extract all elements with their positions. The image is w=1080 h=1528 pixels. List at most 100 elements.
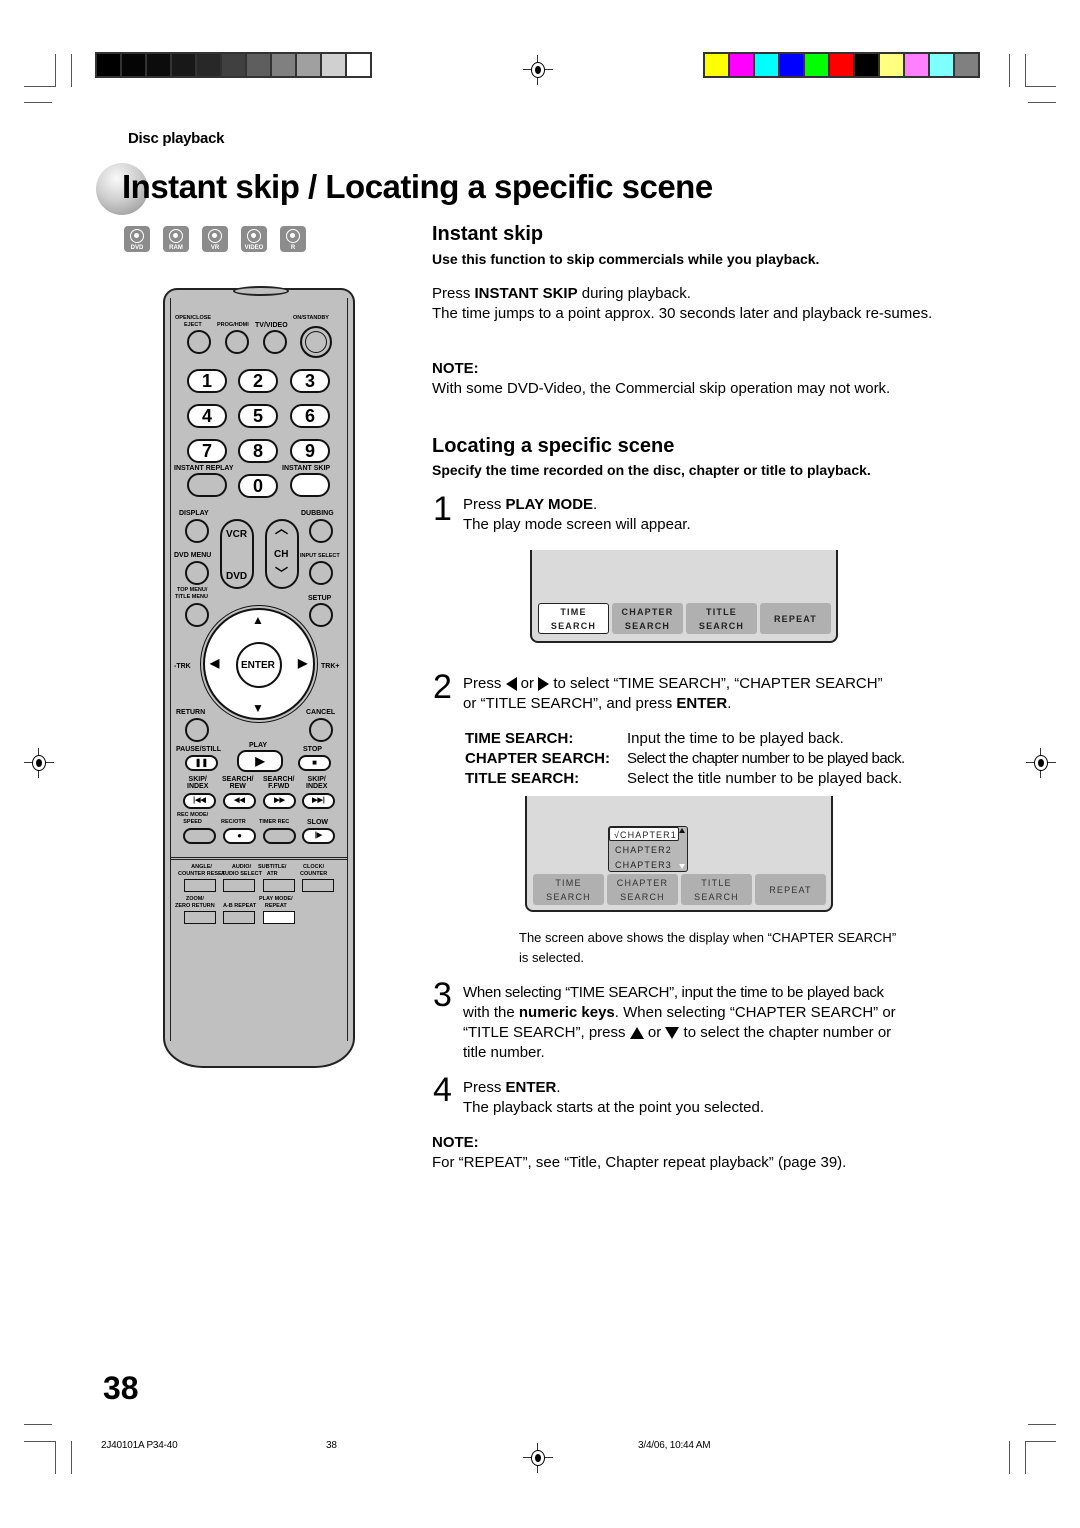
dubbing-button[interactable]: [309, 519, 333, 543]
subtitle-button[interactable]: [263, 879, 295, 892]
remote-control-illustration: OPEN/CLOSE EJECT PROG/HDMI TV/VIDEO ON/S…: [163, 286, 355, 1068]
digit-9-button[interactable]: 9: [290, 439, 330, 463]
tab-label: CHAPTER SEARCH: [621, 606, 674, 631]
color-swatch: [347, 54, 370, 76]
crop-mark: [55, 1441, 56, 1474]
label-skip-index-prev: SKIP/INDEX: [187, 776, 209, 790]
tab-chapter-search[interactable]: CHAPTER SEARCH: [612, 603, 683, 634]
rec-mode-button[interactable]: [183, 828, 216, 844]
digit-1-button[interactable]: 1: [187, 369, 227, 393]
digit-5-button[interactable]: 5: [238, 404, 278, 428]
ab-repeat-button[interactable]: [223, 911, 255, 924]
left-arrow-button[interactable]: ◀: [210, 657, 219, 669]
tab-repeat[interactable]: REPEAT: [755, 874, 826, 905]
label-open-close: OPEN/CLOSE: [175, 315, 212, 321]
rewind-button[interactable]: ◀◀: [223, 793, 256, 809]
crop-mark: [1025, 1441, 1056, 1442]
crop-mark: [1009, 1441, 1010, 1474]
tab-repeat[interactable]: REPEAT: [760, 603, 831, 634]
digit-8-button[interactable]: 8: [238, 439, 278, 463]
chapter-search-tabs: TIME SEARCH CHAPTER SEARCH TITLE SEARCH REPEAT: [533, 874, 829, 905]
play-mode-button[interactable]: [263, 911, 295, 924]
footer-datetime: 3/4/06, 10:44 AM: [638, 1440, 711, 1451]
page-title: Instant skip / Locating a specific scene: [122, 168, 713, 205]
top-menu-button[interactable]: [185, 603, 209, 627]
skip-prev-button[interactable]: |◀◀: [183, 793, 216, 809]
timer-rec-button[interactable]: [263, 828, 296, 844]
rec-otr-button[interactable]: ●: [223, 828, 256, 844]
disc-label: R: [290, 245, 296, 251]
disc-icon: [208, 229, 222, 243]
down-arrow-button[interactable]: ▼: [252, 702, 264, 714]
color-swatch: [122, 54, 145, 76]
color-swatch: [172, 54, 195, 76]
dvd-menu-button[interactable]: [185, 561, 209, 585]
tab-time-search[interactable]: TIME SEARCH: [533, 874, 604, 905]
digit-6-button[interactable]: 6: [290, 404, 330, 428]
tab-time-search[interactable]: TIME SEARCH: [538, 603, 609, 634]
chapter-option[interactable]: CHAPTER2: [615, 843, 672, 857]
crop-mark: [1025, 86, 1056, 87]
stop-button[interactable]: ■: [298, 755, 331, 771]
cancel-button[interactable]: [309, 718, 333, 742]
fast-forward-button[interactable]: ▶▶: [263, 793, 296, 809]
label-zoom: ZOOM/ZERO RETURN: [175, 896, 215, 909]
label-ab-repeat: A-B REPEAT: [223, 903, 257, 909]
left-arrow-icon: [505, 677, 517, 692]
tab-title-search[interactable]: TITLE SEARCH: [681, 874, 752, 905]
color-swatch: [297, 54, 320, 76]
angle-button[interactable]: [184, 879, 216, 892]
prog-hdmi-button[interactable]: [225, 330, 249, 354]
play-button[interactable]: ▶: [237, 750, 283, 772]
skip-next-button[interactable]: ▶▶|: [302, 793, 335, 809]
crop-mark: [1025, 1441, 1026, 1474]
r-icon: R: [280, 226, 306, 252]
section-label: Disc playback: [128, 130, 225, 147]
scroll-up-icon[interactable]: [679, 828, 685, 833]
open-close-button[interactable]: [187, 330, 211, 354]
digit-2-button[interactable]: 2: [238, 369, 278, 393]
up-arrow-button[interactable]: ▲: [252, 614, 264, 626]
setup-button[interactable]: [309, 603, 333, 627]
digit-7-button[interactable]: 7: [187, 439, 227, 463]
color-swatch: [322, 54, 345, 76]
right-arrow-button[interactable]: ▶: [298, 657, 307, 669]
tab-title-search[interactable]: TITLE SEARCH: [686, 603, 757, 634]
return-button[interactable]: [185, 718, 209, 742]
clock-counter-button[interactable]: [302, 879, 334, 892]
step-4-text: Press ENTER.: [463, 1079, 561, 1096]
chapter-dropdown[interactable]: √CHAPTER1 CHAPTER2 CHAPTER3: [608, 826, 688, 872]
label-vcr: VCR: [226, 529, 248, 540]
digit-4-button[interactable]: 4: [187, 404, 227, 428]
chapter-option[interactable]: CHAPTER3: [615, 858, 672, 872]
disc-icon: [286, 229, 300, 243]
color-swatch: [955, 54, 978, 76]
instant-replay-button[interactable]: [187, 473, 227, 497]
zoom-button[interactable]: [184, 911, 216, 924]
digit-0-button[interactable]: 0: [238, 474, 278, 498]
on-standby-button[interactable]: [300, 326, 332, 358]
disc-label: VIDEO: [244, 245, 264, 251]
audio-button[interactable]: [223, 879, 255, 892]
label-search-ffwd: SEARCH/F.FWD: [263, 776, 295, 790]
scroll-down-icon[interactable]: [679, 864, 685, 869]
grayscale-calibration-bar: [95, 52, 372, 78]
pause-still-button[interactable]: ❚❚: [185, 755, 218, 771]
chapter-option[interactable]: √CHAPTER1: [609, 827, 679, 841]
tab-chapter-search[interactable]: CHAPTER SEARCH: [607, 874, 678, 905]
remote-divider: [171, 857, 347, 860]
color-swatch: [272, 54, 295, 76]
display-button[interactable]: [185, 519, 209, 543]
crop-mark: [24, 1424, 52, 1425]
slow-button[interactable]: |▶: [302, 828, 335, 844]
color-swatch: [755, 54, 778, 76]
play-mode-tabs: TIME SEARCH CHAPTER SEARCH TITLE SEARCH REPEAT: [538, 603, 834, 634]
step-2-number: 2: [433, 668, 452, 706]
input-select-button[interactable]: [309, 561, 333, 585]
instant-skip-button[interactable]: [290, 473, 330, 497]
color-swatch: [930, 54, 953, 76]
digit-3-button[interactable]: 3: [290, 369, 330, 393]
label-ch: CH: [274, 549, 289, 560]
tv-video-button[interactable]: [263, 330, 287, 354]
vr-icon: VR: [202, 226, 228, 252]
